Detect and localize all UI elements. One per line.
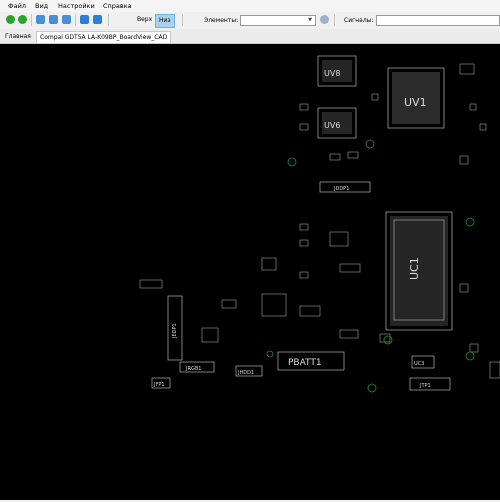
toolbar-separator [334,14,335,26]
toolbar: Верх Низ Элементы: ▼ Сигналы: [0,12,500,30]
search-icon[interactable] [320,15,329,24]
toolbar-separator [31,14,32,26]
zoom-fit-icon[interactable] [49,15,58,24]
jhdd1-label: JHDD1 [237,370,254,376]
zoom-out-icon[interactable] [62,15,71,24]
tab-bar: Главная Compal GDT5A LA-K09BP_BoardView_… [0,29,500,44]
toolbar-separator [182,14,183,26]
forward-icon[interactable] [18,15,27,24]
elements-combobox[interactable]: ▼ [240,15,316,26]
jrgb1-label: JRGB1 [185,366,201,372]
uv1-label: UV1 [404,96,427,109]
top-side-toggle[interactable]: Верх [134,14,155,26]
menu-bar: Файл Вид Настройки Справка [0,0,500,12]
jtp1-label: JTP1 [419,383,431,389]
menu-view[interactable]: Вид [35,2,48,10]
zoom-area-icon[interactable] [36,15,45,24]
rotate-left-icon[interactable] [80,15,89,24]
toolbar-separator [75,14,76,26]
uv8-label: UV8 [324,69,340,78]
uv6-label: UV6 [324,121,340,130]
jdsp1-label: JDDP1 [333,186,349,192]
tab-boardview[interactable]: Compal GDT5A LA-K09BP_BoardView_CAD [36,31,172,43]
jfp1-label: JFP1 [153,382,165,388]
signals-label: Сигналы: [344,17,374,24]
back-icon[interactable] [6,15,15,24]
menu-settings[interactable]: Настройки [58,2,95,10]
jedp1-label: JEDP1 [172,323,178,339]
menu-file[interactable]: Файл [8,2,26,10]
pbatt1-label: PBATT1 [288,358,322,368]
chevron-down-icon: ▼ [308,17,312,23]
toolbar-separator [108,14,109,26]
tab-home[interactable]: Главная [2,31,34,42]
board-canvas[interactable]: UV8 UV6 UV1 UC1 PBATT1 JDDP1 JEDP1 JRGB1… [0,44,500,500]
elements-label: Элементы: [204,17,239,24]
bottom-side-toggle[interactable]: Низ [155,14,175,28]
board-drawing: UV8 UV6 UV1 UC1 PBATT1 JDDP1 JEDP1 JRGB1… [139,55,500,393]
uc3-label: UC3 [414,361,424,367]
signals-combobox[interactable] [376,15,500,26]
menu-help[interactable]: Справка [103,2,132,10]
uc1-label: UC1 [408,257,421,280]
rotate-right-icon[interactable] [93,15,102,24]
